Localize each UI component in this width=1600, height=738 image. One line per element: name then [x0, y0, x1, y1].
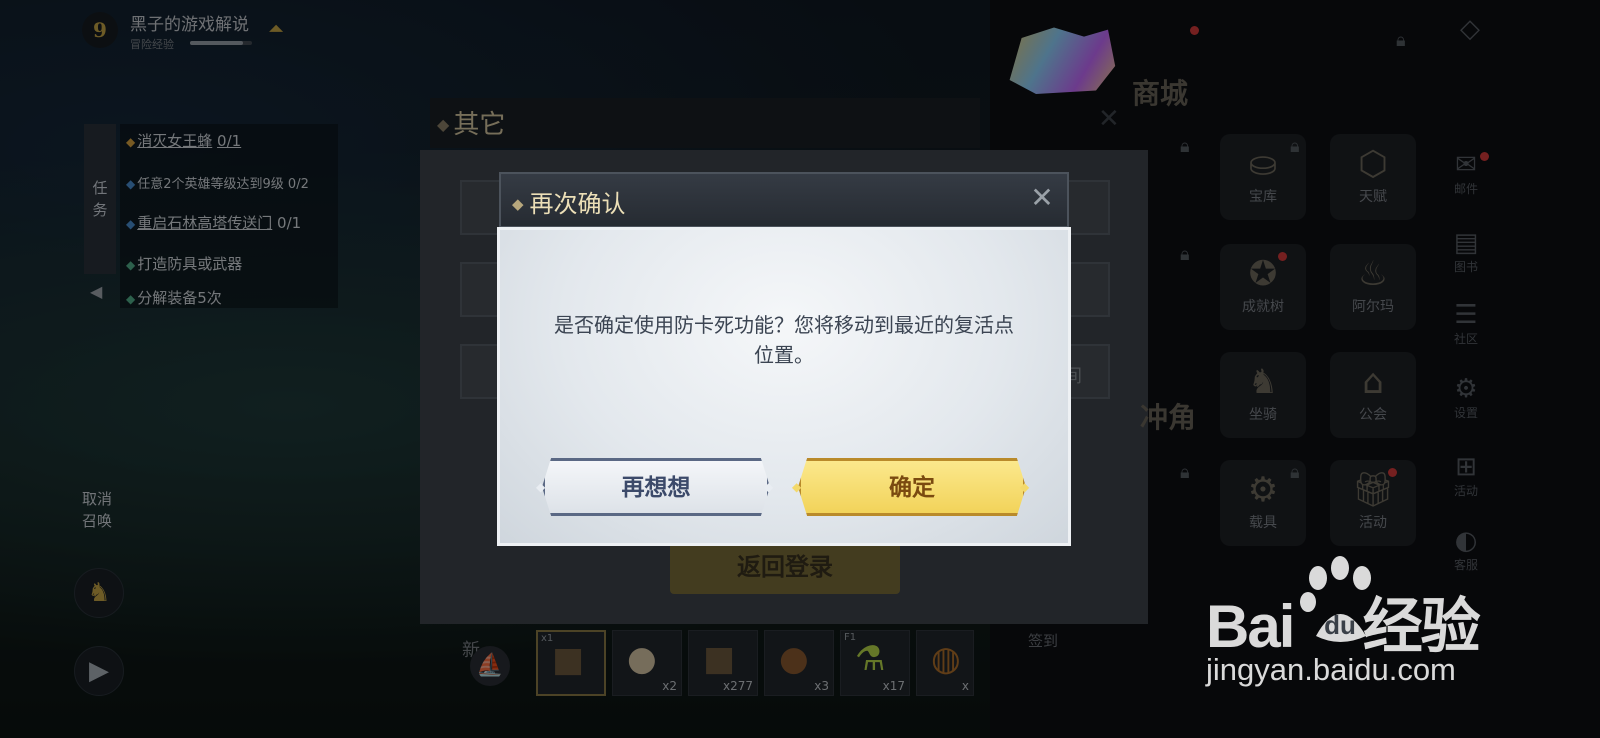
dialog-message: 是否确定使用防卡死功能？您将移动到最近的复活点 位置。	[512, 310, 1056, 370]
watermark-url: jingyan.baidu.com	[1206, 652, 1456, 687]
button-cap-icon: ◆	[792, 480, 802, 494]
button-cap-icon: ◆	[764, 480, 774, 494]
confirm-button[interactable]: 确定	[798, 458, 1026, 516]
dialog-message-line-2: 位置。	[754, 343, 814, 367]
dialog-title-text: 再次确认	[529, 190, 626, 218]
button-cap-icon: ◆	[536, 480, 546, 494]
watermark-paw-icon: du	[1300, 556, 1371, 642]
dialog-close-icon[interactable]: ✕	[1022, 178, 1062, 218]
cancel-button[interactable]: 再想想	[542, 458, 770, 516]
button-cap-icon: ◆	[1020, 480, 1030, 494]
dialog-message-line-1: 是否确定使用防卡死功能？您将移动到最近的复活点	[554, 313, 1014, 337]
diamond-icon: ◆	[512, 195, 524, 213]
svg-text:du: du	[1324, 610, 1356, 640]
dialog-title: ◆ 再次确认	[512, 184, 626, 219]
